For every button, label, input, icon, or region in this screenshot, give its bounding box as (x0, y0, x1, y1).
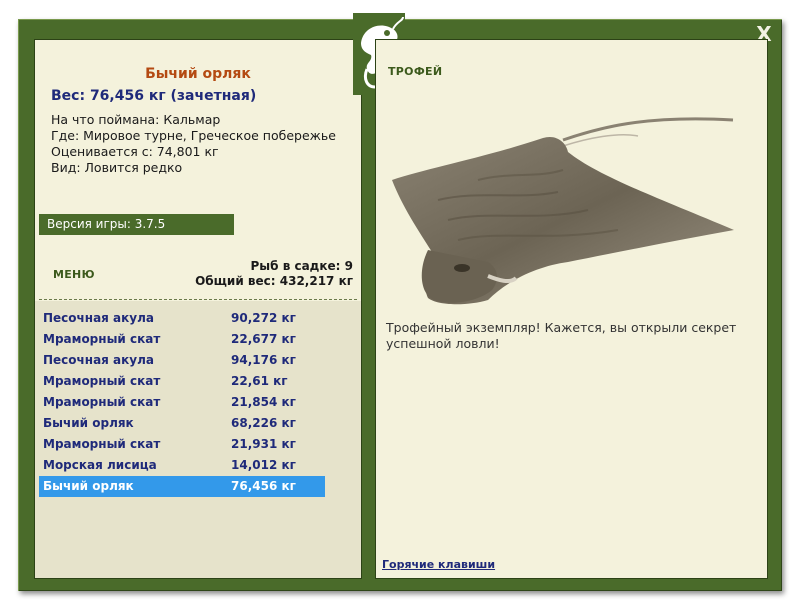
fish-location: Где: Мировое турне, Греческое побережье (51, 128, 336, 143)
catch-row[interactable]: Песочная акула 94,176 кг (39, 350, 325, 371)
keepnet-count: Рыб в садке: 9 (250, 259, 354, 273)
catch-weight: 22,677 кг (231, 332, 296, 346)
trophy-panel: ТРОФЕЙ Трофейный экземпляр! Кажется, вы … (375, 39, 768, 579)
catch-weight: 21,854 кг (231, 395, 296, 409)
menu-button[interactable]: МЕНЮ (53, 268, 95, 281)
catch-name: Мраморный скат (43, 395, 161, 409)
catch-name: Песочная акула (43, 311, 154, 325)
catch-name: Бычий орляк (43, 416, 134, 430)
catch-row[interactable]: Бычий орляк 76,456 кг (39, 476, 325, 497)
catch-name: Песочная акула (43, 353, 154, 367)
keepnet-summary: Рыб в садке: 9 Общий вес: 432,217 кг (195, 259, 353, 289)
catch-name: Бычий орляк (43, 479, 134, 493)
catch-weight: 94,176 кг (231, 353, 296, 367)
catch-weight: 21,931 кг (231, 437, 296, 451)
fish-details: Бычий орляк Вес: 76,456 кг (зачетная) На… (35, 40, 361, 301)
catch-row[interactable]: Мраморный скат 22,677 кг (39, 329, 325, 350)
catch-row[interactable]: Мраморный скат 21,854 кг (39, 392, 325, 413)
catch-row[interactable]: Мраморный скат 21,931 кг (39, 434, 325, 455)
catch-list: Песочная акула 90,272 кг Мраморный скат 22,… (39, 308, 325, 497)
catch-name: Мраморный скат (43, 332, 161, 346)
catch-row[interactable]: Бычий орляк 68,226 кг (39, 413, 325, 434)
divider (39, 299, 357, 300)
fish-info-panel: Бычий орляк Вес: 76,456 кг (зачетная) На… (34, 39, 362, 579)
fish-weight: Вес: 76,456 кг (зачетная) (51, 88, 257, 104)
fish-kind: Вид: Ловится редко (51, 160, 183, 175)
fish-title: Бычий орляк (145, 66, 251, 82)
catch-weight: 90,272 кг (231, 311, 296, 325)
catch-row[interactable]: Морская лисица 14,012 кг (39, 455, 325, 476)
catch-row[interactable]: Песочная акула 90,272 кг (39, 308, 325, 329)
catch-weight: 22,61 кг (231, 374, 288, 388)
eagle-ray-image (392, 117, 734, 305)
catch-name: Морская лисица (43, 458, 157, 472)
catch-row[interactable]: Мраморный скат 22,61 кг (39, 371, 325, 392)
trophy-label: ТРОФЕЙ (388, 65, 443, 78)
trophy-description: Трофейный экземпляр! Кажется, вы открыли… (386, 320, 737, 351)
catch-weight: 14,012 кг (231, 458, 296, 472)
catch-weight: 76,456 кг (231, 479, 296, 493)
keepnet-total: Общий вес: 432,217 кг (195, 274, 353, 288)
hotkeys-link[interactable]: Горячие клавиши (382, 558, 495, 571)
catch-weight: 68,226 кг (231, 416, 296, 430)
version-label: Версия игры: 3.7.5 (39, 214, 234, 235)
fish-value: Оценивается с: 74,801 кг (51, 144, 219, 159)
fish-bait: На что поймана: Кальмар (51, 112, 221, 127)
catch-name: Мраморный скат (43, 437, 161, 451)
catch-name: Мраморный скат (43, 374, 161, 388)
